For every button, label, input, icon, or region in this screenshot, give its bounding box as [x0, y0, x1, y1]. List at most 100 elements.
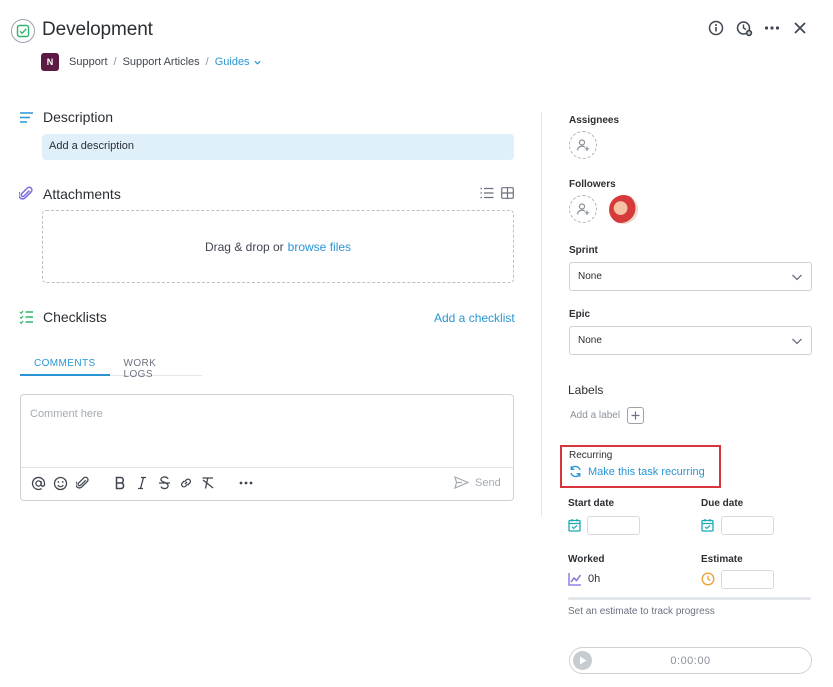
- add-label-button[interactable]: [627, 407, 645, 424]
- checklists-title: Checklists: [43, 309, 107, 325]
- reminder-button[interactable]: [735, 19, 753, 37]
- bold-icon: [115, 476, 125, 490]
- breadcrumb-separator: /: [205, 56, 209, 68]
- breadcrumb-item-support[interactable]: Support: [69, 56, 108, 68]
- worked-value: 0h: [588, 573, 601, 585]
- paperclip-icon: [75, 476, 89, 489]
- timer-play-button[interactable]: [573, 651, 592, 670]
- plus-icon: [631, 411, 640, 420]
- grid-view-button[interactable]: [501, 187, 514, 199]
- chart-icon: [568, 572, 582, 586]
- sprint-select[interactable]: None: [569, 262, 812, 291]
- add-label-text[interactable]: Add a label: [570, 410, 620, 421]
- link-button[interactable]: [178, 474, 194, 492]
- add-person-icon: [576, 139, 590, 151]
- play-icon: [579, 656, 586, 665]
- chevron-down-icon: [792, 274, 802, 280]
- mention-button[interactable]: [30, 474, 46, 492]
- add-assignee-button[interactable]: [569, 131, 597, 159]
- breadcrumb-item-guides[interactable]: Guides: [215, 56, 262, 68]
- more-formatting-button[interactable]: [238, 474, 254, 492]
- timer-value: 0:00:00: [670, 654, 711, 667]
- sprint-label: Sprint: [569, 245, 598, 256]
- activity-tabs: COMMENTS WORK LOGS: [20, 356, 202, 380]
- send-button[interactable]: Send: [454, 476, 501, 489]
- close-icon: [794, 22, 806, 34]
- more-icon: [764, 26, 780, 30]
- chevron-down-icon: [253, 60, 261, 65]
- description-input[interactable]: Add a description: [42, 134, 514, 160]
- assignees-label: Assignees: [569, 115, 620, 126]
- due-date-input[interactable]: [721, 516, 774, 535]
- follower-avatar[interactable]: [609, 195, 638, 224]
- clear-format-button[interactable]: [200, 474, 216, 492]
- check-circle-icon: [16, 24, 30, 38]
- comment-toolbar-divider: [21, 467, 513, 468]
- due-date-label: Due date: [701, 498, 744, 509]
- add-person-icon: [576, 203, 590, 215]
- time-tracker: 0:00:00: [569, 647, 812, 674]
- add-label-control[interactable]: Add a label: [570, 407, 645, 424]
- strikethrough-icon: [158, 476, 170, 490]
- breadcrumb-separator: /: [113, 56, 117, 68]
- attach-button[interactable]: [74, 474, 90, 492]
- make-recurring-link[interactable]: Make this task recurring: [569, 465, 705, 478]
- start-date-input[interactable]: [587, 516, 640, 535]
- comment-input[interactable]: Comment here: [30, 408, 103, 420]
- task-complete-toggle[interactable]: [11, 19, 35, 43]
- epic-select[interactable]: None: [569, 326, 812, 355]
- emoji-icon: [53, 476, 67, 490]
- estimate-input[interactable]: [721, 570, 774, 589]
- clock-icon: [701, 572, 715, 586]
- chevron-down-icon: [792, 338, 802, 344]
- progress-hint: Set an estimate to track progress: [568, 606, 715, 617]
- tab-work-logs[interactable]: WORK LOGS: [110, 356, 202, 380]
- labels-title: Labels: [568, 383, 604, 397]
- list-view-button[interactable]: [480, 187, 494, 199]
- make-recurring-label: Make this task recurring: [588, 465, 705, 478]
- tab-comments[interactable]: COMMENTS: [20, 356, 110, 376]
- panel-divider: [541, 112, 542, 517]
- description-icon: [19, 111, 34, 124]
- calendar-icon: [701, 518, 714, 532]
- send-label: Send: [475, 476, 501, 489]
- page-title[interactable]: Development: [42, 19, 153, 41]
- send-icon: [454, 476, 469, 489]
- recurring-label: Recurring: [569, 450, 613, 461]
- recurring-icon: [570, 465, 581, 478]
- project-badge[interactable]: N: [41, 53, 59, 71]
- add-follower-button[interactable]: [569, 195, 597, 223]
- italic-button[interactable]: [134, 474, 150, 492]
- at-icon: [31, 476, 45, 490]
- start-date-label: Start date: [568, 498, 615, 509]
- paperclip-icon: [19, 186, 33, 201]
- list-view-icon: [480, 187, 494, 199]
- epic-value: None: [578, 335, 602, 346]
- followers-label: Followers: [569, 179, 616, 190]
- progress-bar: [568, 597, 811, 600]
- strikethrough-button[interactable]: [156, 474, 172, 492]
- more-icon: [239, 481, 253, 485]
- breadcrumb-guides-label: Guides: [214, 56, 250, 68]
- add-checklist-link[interactable]: Add a checklist: [434, 311, 515, 325]
- breadcrumb-item-support-articles[interactable]: Support Articles: [123, 56, 200, 68]
- estimate-label: Estimate: [701, 554, 743, 565]
- browse-files-link[interactable]: browse files: [288, 240, 351, 254]
- breadcrumb: N Support / Support Articles / Guides: [41, 53, 262, 71]
- more-button[interactable]: [763, 19, 781, 37]
- info-icon: [708, 20, 724, 36]
- emoji-button[interactable]: [52, 474, 68, 492]
- epic-label: Epic: [569, 309, 591, 320]
- worked-label: Worked: [568, 554, 605, 565]
- checklist-icon: [19, 310, 34, 324]
- attachments-dropzone[interactable]: Drag & drop or browse files: [42, 210, 514, 283]
- clear-format-icon: [202, 477, 214, 489]
- bold-button[interactable]: [112, 474, 128, 492]
- comment-toolbar: [30, 474, 254, 492]
- info-button[interactable]: [707, 19, 725, 37]
- header-actions: [707, 19, 809, 37]
- italic-icon: [138, 476, 146, 490]
- close-button[interactable]: [791, 19, 809, 37]
- grid-view-icon: [501, 187, 514, 199]
- clock-add-icon: [736, 20, 752, 36]
